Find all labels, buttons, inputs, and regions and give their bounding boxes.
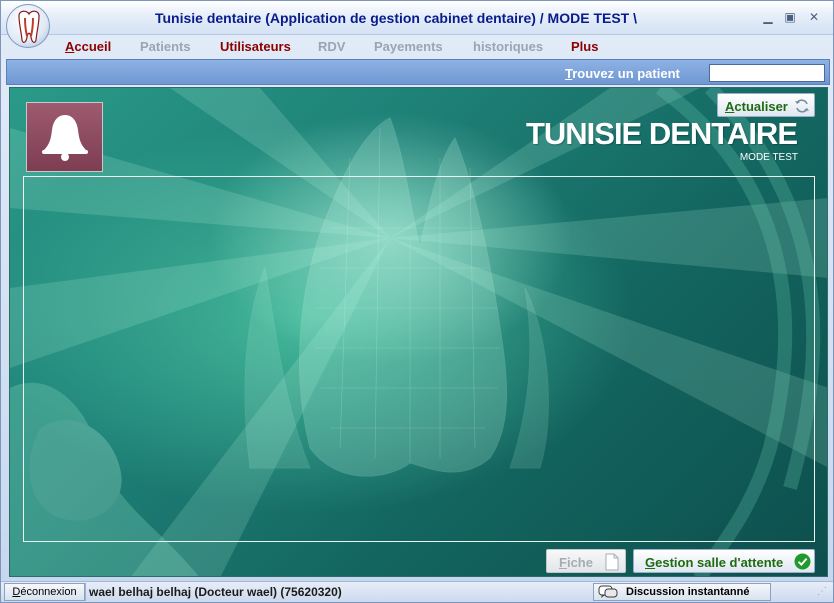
instant-chat-button[interactable]: Discussion instantanné [593, 583, 771, 601]
menu-utilisateurs[interactable]: Utilisateurs [220, 39, 291, 54]
content-area [23, 176, 815, 542]
logout-button[interactable]: Déconnexion [4, 583, 85, 601]
menu-plus[interactable]: Plus [571, 39, 598, 54]
menu-bar: Accueil Patients Utilisateurs RDV Payeme… [1, 35, 833, 57]
close-button[interactable]: ✕ [805, 9, 823, 25]
bell-icon [42, 115, 88, 161]
chat-icon [598, 585, 618, 598]
window-title: Tunisie dentaire (Application de gestion… [154, 10, 638, 26]
chat-label: Discussion instantanné [626, 586, 750, 598]
brand-title: TUNISIE DENTAIRE [525, 116, 798, 151]
notification-bell-tile[interactable] [26, 102, 103, 172]
refresh-label: Actualiser [725, 99, 788, 114]
check-circle-icon [794, 553, 811, 570]
status-separator [85, 583, 86, 601]
menu-accueil[interactable]: Accueil [65, 39, 111, 54]
main-panel: TUNISIE DENTAIRE MODE TEST Actualiser Fi… [9, 87, 828, 577]
maximize-button[interactable]: ▣ [781, 9, 799, 25]
current-user: wael belhaj belhaj (Docteur wael) (75620… [89, 585, 342, 599]
waiting-room-label: Gestion salle d'attente [645, 555, 784, 570]
tooth-icon[interactable] [6, 4, 50, 48]
search-label: Trouvez un patient [565, 66, 680, 81]
menu-rdv[interactable]: RDV [318, 39, 345, 54]
waiting-room-button[interactable]: Gestion salle d'attente [633, 549, 815, 573]
fiche-button[interactable]: Fiche [546, 549, 626, 573]
refresh-icon [795, 99, 809, 113]
app-window: Tunisie dentaire (Application de gestion… [0, 0, 834, 603]
menu-payements[interactable]: Payements [374, 39, 443, 54]
menu-patients[interactable]: Patients [140, 39, 191, 54]
fiche-label: Fiche [559, 555, 593, 570]
menu-historiques[interactable]: historiques [473, 39, 543, 54]
document-icon [605, 553, 619, 571]
mode-label: MODE TEST [739, 152, 798, 163]
patient-search-bar: Trouvez un patient [6, 59, 830, 85]
patient-search-input[interactable] [709, 64, 825, 82]
resize-grip[interactable]: ⋰ [817, 586, 827, 597]
status-bar: Déconnexion wael belhaj belhaj (Docteur … [1, 581, 833, 602]
refresh-button[interactable]: Actualiser [717, 93, 815, 117]
minimize-button[interactable]: ▁ [759, 9, 777, 25]
title-bar: Tunisie dentaire (Application de gestion… [1, 1, 833, 35]
